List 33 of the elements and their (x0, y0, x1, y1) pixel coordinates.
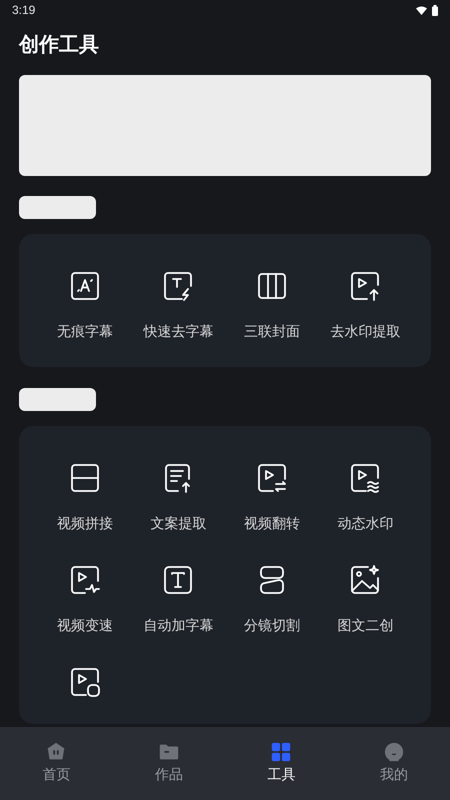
play-wave-icon[interactable] (349, 462, 382, 494)
play-swap-icon[interactable] (256, 462, 288, 494)
tool-label[interactable]: 文案提取 (150, 513, 206, 533)
page-title: 创作工具 (19, 33, 100, 58)
split-panel-icon[interactable] (68, 462, 101, 494)
grid-icon (270, 741, 292, 763)
columns-icon[interactable] (256, 270, 288, 302)
tool-label[interactable]: 自动加字幕 (143, 615, 214, 635)
tool-label[interactable]: 分镜切割 (244, 615, 300, 635)
play-upload-icon[interactable] (349, 270, 382, 302)
smiley-icon (382, 741, 405, 763)
play-pulse-icon[interactable] (68, 564, 101, 596)
tool-label[interactable]: 图文二创 (337, 615, 394, 635)
tool-label[interactable]: 动态水印 (337, 513, 394, 533)
nav-tab[interactable]: 我的 (338, 727, 450, 800)
wifi-icon (416, 6, 427, 14)
play-square-icon[interactable] (68, 666, 101, 698)
nav-tab[interactable]: 工具 (225, 727, 338, 800)
text-box-icon[interactable] (162, 564, 194, 596)
status-time: 3:19 (12, 2, 36, 19)
text-bolt-icon[interactable] (162, 270, 194, 302)
tool-label[interactable]: 去水印提取 (330, 321, 400, 341)
tool-label[interactable]: 视频拼接 (56, 513, 113, 533)
nav-tab[interactable]: 作品 (112, 727, 225, 800)
tool-label[interactable]: 视频翻转 (244, 513, 300, 533)
battery-icon (432, 4, 438, 16)
tool-label[interactable]: 视频变速 (56, 615, 113, 635)
nav-tab[interactable]: 首页 (0, 727, 112, 800)
image-sparkle-icon[interactable] (349, 564, 382, 596)
tool-label[interactable]: 快速去字幕 (143, 321, 214, 341)
tool-label[interactable]: 三联封面 (244, 321, 300, 341)
text-icon[interactable] (68, 270, 101, 302)
tool-label[interactable]: 无痕字幕 (56, 321, 113, 341)
